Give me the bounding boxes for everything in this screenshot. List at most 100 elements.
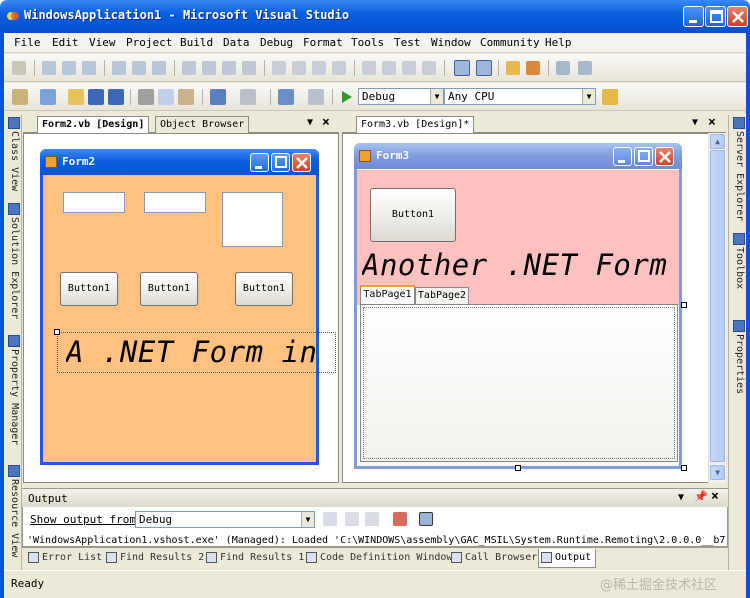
align-bottoms-icon[interactable] (152, 61, 166, 75)
maximize-button[interactable] (705, 6, 726, 27)
tab-form3-design[interactable]: Form3.vb [Design]* (356, 116, 475, 134)
vertical-spacing-equal-icon[interactable] (362, 61, 376, 75)
form2-textbox-1[interactable] (63, 192, 125, 213)
make-same-size-icon[interactable] (222, 61, 236, 75)
form2-button1-c[interactable]: Button1 (235, 272, 293, 306)
tab-find-results-2[interactable]: Find Results 2 (104, 549, 208, 568)
go-to-previous-icon[interactable] (345, 512, 359, 526)
copy-icon[interactable] (158, 89, 174, 105)
form2-textbox-3[interactable] (222, 192, 283, 247)
form3-label[interactable]: Another .NET Form in (362, 248, 679, 286)
menu-data[interactable]: Data (223, 36, 250, 49)
menu-view[interactable]: View (89, 36, 116, 49)
window-position-icon[interactable]: ▼ (678, 492, 684, 503)
menu-build[interactable]: Build (180, 36, 213, 49)
size-to-grid-icon[interactable] (242, 61, 256, 75)
align-middles-icon[interactable] (132, 61, 146, 75)
horizontal-spacing-decrease-icon[interactable] (312, 61, 326, 75)
center-horizontally-icon[interactable] (454, 60, 470, 76)
add-item-icon[interactable] (40, 89, 56, 105)
tab-tabpage2[interactable]: TabPage2 (415, 287, 469, 304)
make-same-width-icon[interactable] (182, 61, 196, 75)
undo-icon[interactable] (210, 89, 226, 105)
close-button[interactable] (727, 6, 748, 27)
close-output-icon[interactable]: × (711, 489, 719, 504)
resize-handle-right[interactable] (681, 302, 687, 308)
cut-icon[interactable] (138, 89, 154, 105)
window-position-icon[interactable]: ▼ (307, 117, 313, 128)
align-lefts-icon[interactable] (42, 61, 56, 75)
menu-file[interactable]: File (14, 36, 41, 49)
toggle-word-wrap-icon[interactable] (419, 512, 433, 526)
design-vertical-scrollbar[interactable]: ▲ ▼ (708, 133, 726, 483)
save-icon[interactable] (88, 89, 104, 105)
minimize-button[interactable] (683, 6, 704, 27)
menu-window[interactable]: Window (431, 36, 471, 49)
new-project-icon[interactable] (12, 89, 28, 105)
selection-handle[interactable] (54, 329, 60, 335)
server-explorer-tab[interactable]: Server Explorer (731, 117, 745, 221)
find-message-icon[interactable] (323, 512, 337, 526)
tab-code-definition[interactable]: Code Definition Window (304, 549, 456, 568)
find-in-files-icon[interactable] (602, 89, 618, 105)
auto-hide-pin-icon[interactable]: 📌 (694, 490, 708, 503)
form2-button1-b[interactable]: Button1 (140, 272, 198, 306)
menu-tools[interactable]: Tools (351, 36, 384, 49)
horizontal-spacing-equal-icon[interactable] (272, 61, 286, 75)
menu-debug[interactable]: Debug (260, 36, 293, 49)
class-view-tab[interactable]: Class View (6, 117, 20, 191)
align-centers-icon[interactable] (62, 61, 76, 75)
bring-to-front-icon[interactable] (506, 61, 520, 75)
vertical-spacing-decrease-icon[interactable] (402, 61, 416, 75)
menu-help[interactable]: Help (545, 36, 572, 49)
align-grid-icon[interactable] (12, 61, 26, 75)
paste-icon[interactable] (178, 89, 194, 105)
tab-order-icon[interactable] (556, 61, 570, 75)
platform-combo[interactable]: Any CPU ▼ (444, 88, 596, 105)
vertical-spacing-increase-icon[interactable] (382, 61, 396, 75)
menu-community[interactable]: Community (480, 36, 540, 49)
tab-tabpage1[interactable]: TabPage1 (360, 285, 415, 304)
menu-test[interactable]: Test (394, 36, 421, 49)
menu-format[interactable]: Format (303, 36, 343, 49)
go-to-next-icon[interactable] (365, 512, 379, 526)
menu-project[interactable]: Project (126, 36, 172, 49)
toolbox-tab[interactable]: Toolbox (731, 233, 745, 289)
resize-handle-bottom[interactable] (515, 465, 521, 471)
start-debugging-icon[interactable] (340, 89, 354, 108)
tab-call-browser[interactable]: Call Browser (449, 549, 541, 568)
make-same-height-icon[interactable] (202, 61, 216, 75)
lock-controls-icon[interactable] (578, 61, 592, 75)
form2-label[interactable]: A .NET Form in T (66, 335, 316, 371)
show-output-combo[interactable]: Debug ▼ (135, 511, 315, 528)
form3-button1[interactable]: Button1 (370, 188, 456, 242)
navigate-forward-icon[interactable] (308, 89, 324, 105)
vertical-spacing-remove-icon[interactable] (422, 61, 436, 75)
send-to-back-icon[interactable] (526, 61, 540, 75)
solution-explorer-tab[interactable]: Solution Explorer (6, 203, 20, 319)
horizontal-spacing-remove-icon[interactable] (332, 61, 346, 75)
tab-error-list[interactable]: Error List (26, 549, 106, 568)
navigate-backward-icon[interactable] (278, 89, 294, 105)
close-document-icon[interactable]: × (708, 115, 716, 130)
solution-config-combo[interactable]: Debug ▼ (358, 88, 444, 105)
menu-edit[interactable]: Edit (52, 36, 79, 49)
horizontal-spacing-increase-icon[interactable] (292, 61, 306, 75)
save-all-icon[interactable] (108, 89, 124, 105)
tab-form2-design[interactable]: Form2.vb [Design] (37, 116, 150, 134)
align-tops-icon[interactable] (112, 61, 126, 75)
form2-button1-a[interactable]: Button1 (60, 272, 118, 306)
align-rights-icon[interactable] (82, 61, 96, 75)
resource-view-tab[interactable]: Resource View (6, 465, 20, 557)
property-manager-tab[interactable]: Property Manager (6, 335, 20, 445)
center-vertically-icon[interactable] (476, 60, 492, 76)
scroll-thumb[interactable] (710, 150, 725, 462)
tab-object-browser[interactable]: Object Browser (155, 116, 250, 133)
scroll-down-button[interactable]: ▼ (710, 465, 725, 480)
resize-handle-corner[interactable] (681, 465, 687, 471)
properties-tab[interactable]: Properties (731, 320, 745, 394)
tab-find-results-1[interactable]: Find Results 1 (204, 549, 308, 568)
clear-all-icon[interactable] (393, 512, 407, 526)
redo-icon[interactable] (240, 89, 256, 105)
open-file-icon[interactable] (68, 89, 84, 105)
